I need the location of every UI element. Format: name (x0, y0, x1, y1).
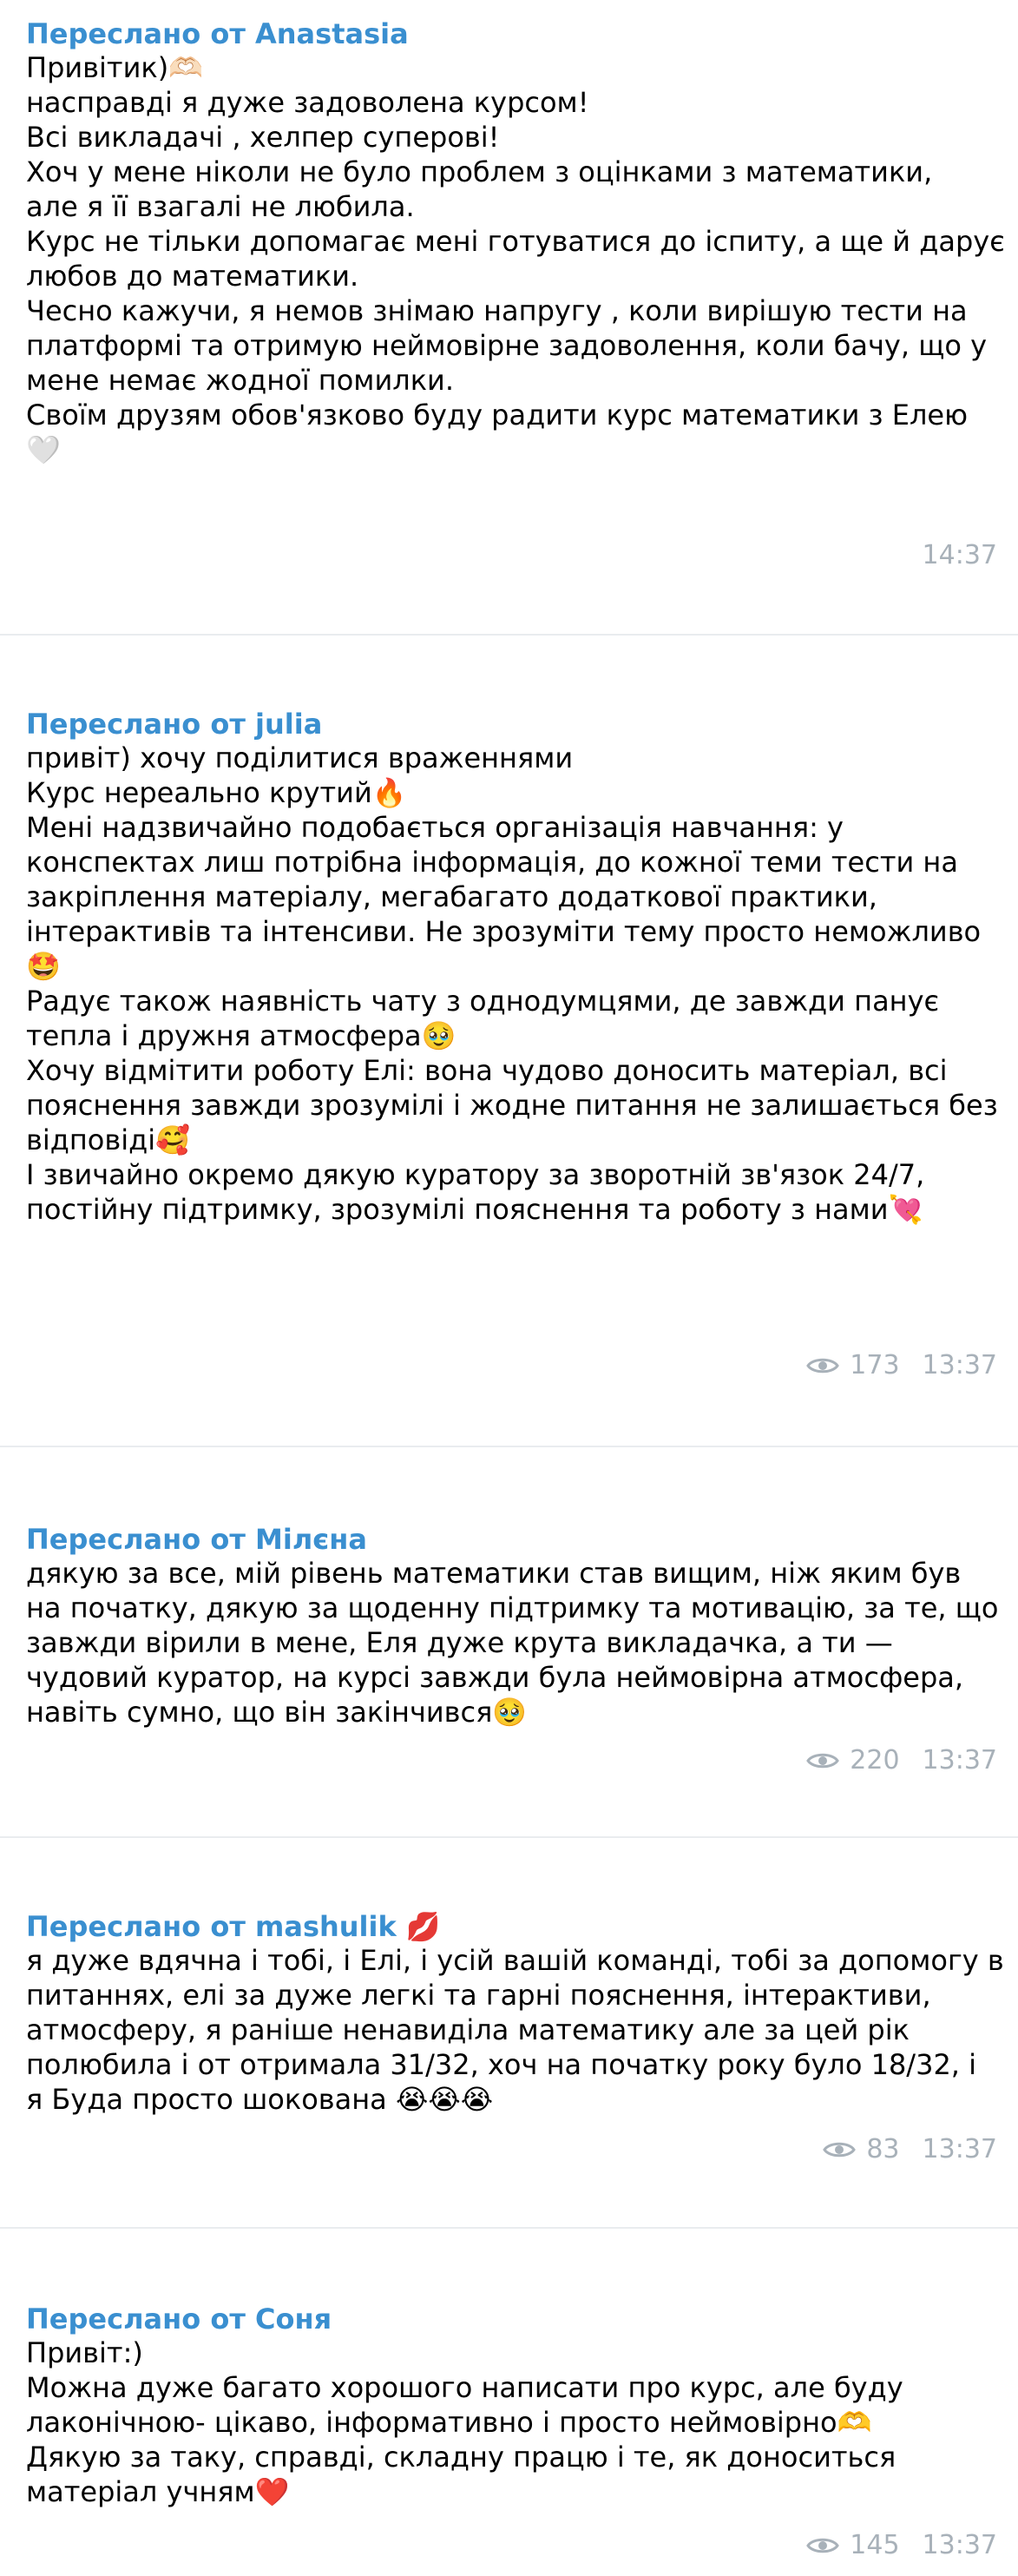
message-feed: Переслано от Anastasia Привітик)🫶🏻 наспр… (0, 0, 1018, 2576)
message-card[interactable]: Переслано от mashulik 💋 я дуже вдячна і … (0, 1910, 1018, 2164)
message-line: Хоч у мене ніколи не було проблем з оцін… (26, 155, 933, 188)
message-text: Привіт:) Можна дуже багато хорошого напи… (26, 2336, 992, 2509)
eye-icon (823, 2142, 857, 2158)
forwarded-from-label[interactable]: Переслано от julia (26, 708, 992, 741)
view-count: 145 (850, 2530, 900, 2560)
message-line: конспектах лиш потрібна інформація, до к… (26, 846, 958, 879)
message-line: лаконічною- цікаво, інформативно і прост… (26, 2406, 872, 2439)
message-line: я Буда просто шокована 😭😭😭 (26, 2083, 494, 2116)
message-line: пояснення завжди зрозумілі і жодне питан… (26, 1089, 998, 1122)
forwarded-from-label[interactable]: Переслано от mashulik 💋 (26, 1910, 992, 1943)
message-line: питаннях, елі за дуже легкі та гарні поя… (26, 1979, 931, 2012)
message-line: Мені надзвичайно подобається організація… (26, 811, 844, 844)
message-text: Привітик)🫶🏻 насправді я дуже задоволена … (26, 50, 1005, 467)
forwarded-from-label[interactable]: Переслано от Соня (26, 2303, 992, 2336)
message-line: Привітик)🫶🏻 (26, 51, 204, 84)
message-line: Курс нереально крутий🔥 (26, 776, 407, 809)
message-line: Дякую за таку, справді, складну працю і … (26, 2441, 896, 2474)
view-count: 220 (850, 1745, 900, 1776)
view-count: 173 (850, 1350, 900, 1380)
message-line: Всі викладачі , хелпер суперові! (26, 121, 500, 154)
message-line: любов до математики. (26, 260, 359, 293)
message-line: 🤍 (26, 433, 61, 466)
message-meta: 14:37 (923, 540, 997, 571)
message-time: 13:37 (922, 1745, 997, 1776)
message-line: навіть сумно, що він закінчився🥹 (26, 1696, 528, 1729)
message-line: Привіт:) (26, 2336, 143, 2369)
forwarded-from-label[interactable]: Переслано от Anastasia (26, 17, 992, 50)
divider (0, 1836, 1018, 1838)
message-line: інтерактивів та інтенсиви. Не зрозуміти … (26, 915, 982, 948)
message-text: я дуже вдячна і тобі, і Елі, і усій ваші… (26, 1943, 1004, 2117)
message-meta: 83 13:37 (823, 2134, 997, 2165)
message-card[interactable]: Переслано от Мілєна дякую за все, мій рі… (0, 1523, 1018, 1776)
message-line: мене немає жодної помилки. (26, 364, 454, 397)
eye-icon (806, 1358, 840, 1374)
message-line: тепла і дружня атмосфера🥹 (26, 1019, 456, 1052)
message-meta: 145 13:37 (806, 2530, 997, 2561)
message-line: Курс не тільки допомагає мені готуватися… (26, 225, 1005, 258)
eye-icon (806, 2538, 840, 2553)
message-line: Радує також наявність чату з однодумцями… (26, 985, 940, 1018)
message-line: закріплення матеріалу, мегабагато додатк… (26, 880, 877, 913)
message-text: дякую за все, мій рівень математики став… (26, 1556, 999, 1729)
message-line: Хочу відмітити роботу Елі: вона чудово д… (26, 1054, 948, 1087)
message-line: на початку, дякую за щоденну підтримку т… (26, 1591, 999, 1624)
message-card[interactable]: Переслано от Anastasia Привітик)🫶🏻 наспр… (0, 17, 1018, 570)
message-time: 13:37 (922, 2530, 997, 2560)
message-line: платформі та отримую неймовірне задоволе… (26, 329, 988, 362)
message-line: чудовий куратор, на курсі завжди була не… (26, 1661, 964, 1694)
message-line: завжди вірили в мене, Еля дуже крута вик… (26, 1626, 893, 1659)
message-line: але я її взагалі не любила. (26, 190, 415, 223)
message-card[interactable]: Переслано от julia привіт) хочу поділити… (0, 708, 1018, 1380)
message-line: насправді я дуже задоволена курсом! (26, 86, 589, 119)
message-line: матеріал учням❤️ (26, 2475, 290, 2508)
message-line: я дуже вдячна і тобі, і Елі, і усій ваші… (26, 1944, 1004, 1977)
message-line: атмосферу, я раніше ненавиділа математик… (26, 2013, 910, 2046)
eye-icon (806, 1753, 840, 1769)
message-line: Можна дуже багато хорошого написати про … (26, 2371, 903, 2404)
message-line: дякую за все, мій рівень математики став… (26, 1557, 962, 1590)
message-meta: 173 13:37 (806, 1350, 997, 1381)
forwarded-from-label[interactable]: Переслано от Мілєна (26, 1523, 992, 1556)
divider (0, 1446, 1018, 1447)
message-line: І звичайно окремо дякую куратору за звор… (26, 1158, 925, 1191)
view-count: 83 (866, 2134, 900, 2164)
message-time: 14:37 (922, 540, 997, 570)
message-line: 🤩 (26, 950, 61, 983)
divider (0, 634, 1018, 636)
divider (0, 2227, 1018, 2229)
message-meta: 220 13:37 (806, 1745, 997, 1776)
message-line: Своїм друзям обов'язково буду радити кур… (26, 399, 969, 432)
message-text: привіт) хочу поділитися враженнями Курс … (26, 741, 998, 1227)
message-line: відповіді🥰 (26, 1123, 190, 1156)
message-line: постійну підтримку, зрозумілі пояснення … (26, 1193, 923, 1226)
message-line: привіт) хочу поділитися враженнями (26, 741, 574, 774)
message-line: полюбила і от отримала 31/32, хоч на поч… (26, 2048, 977, 2081)
message-card[interactable]: Переслано от Соня Привіт:) Можна дуже ба… (0, 2303, 1018, 2560)
message-line: Чесно кажучи, я немов знімаю напругу , к… (26, 294, 968, 327)
message-time: 13:37 (922, 1350, 997, 1380)
message-time: 13:37 (922, 2134, 997, 2164)
